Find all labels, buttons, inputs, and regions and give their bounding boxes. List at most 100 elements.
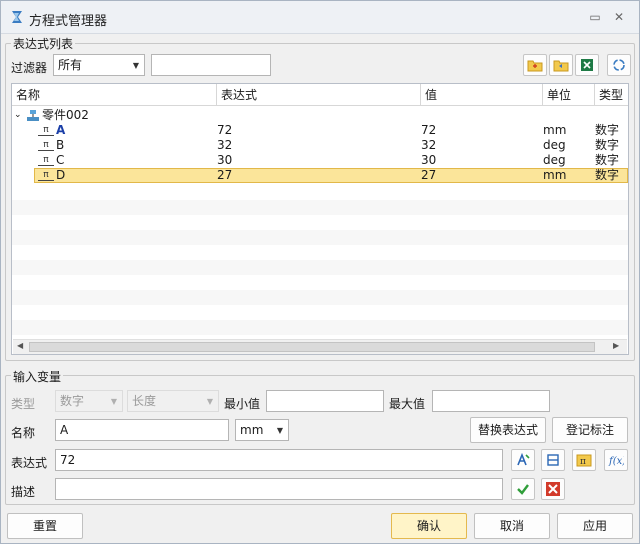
chevron-down-icon: ▼ <box>110 397 117 406</box>
subtype-select-value: 长度 <box>132 394 157 408</box>
replace-expression-button[interactable]: 替换表达式 <box>470 417 546 443</box>
register-annotation-button[interactable]: 登记标注 <box>552 417 628 443</box>
min-label: 最小值 <box>224 397 261 411</box>
scroll-left-icon[interactable]: ◀ <box>17 341 23 350</box>
max-value-input[interactable] <box>432 390 550 412</box>
row-type: 数字 <box>595 153 620 167</box>
close-icon[interactable]: ✕ <box>611 10 627 24</box>
row-expression: 32 <box>217 138 233 152</box>
tree-root-row[interactable]: ⌄ 零件002 <box>12 108 628 123</box>
export-button[interactable] <box>549 54 573 76</box>
row-unit: deg <box>543 138 566 152</box>
apply-button[interactable]: 应用 <box>557 513 633 539</box>
filter-select-value: 所有 <box>58 58 83 72</box>
parameter-folder-icon: π <box>576 454 592 467</box>
row-expression: 30 <box>217 153 233 167</box>
filter-label: 过滤器 <box>11 61 48 75</box>
title-bar: 方程式管理器 ▭ ✕ <box>1 1 639 34</box>
refresh-button[interactable] <box>607 54 631 76</box>
expression-label: 表达式 <box>11 456 48 470</box>
column-header-expression[interactable]: 表达式 <box>217 84 421 106</box>
function-icon: f(x) <box>608 456 624 467</box>
row-type: 数字 <box>595 138 620 152</box>
unit-select[interactable]: mm ▼ <box>235 419 289 441</box>
folder-export-icon <box>553 60 569 72</box>
name-input[interactable]: A <box>55 419 229 441</box>
function-button[interactable]: f(x) <box>604 449 628 471</box>
row-type: 数字 <box>595 168 620 182</box>
part-name: 零件002 <box>42 108 89 122</box>
excel-icon <box>581 59 593 71</box>
table-row-selected[interactable]: π D 27 27 mm 数字 <box>34 168 628 183</box>
check-icon <box>517 484 529 495</box>
row-unit: deg <box>543 153 566 167</box>
scrollbar-thumb[interactable] <box>29 342 595 352</box>
refresh-icon <box>613 59 625 71</box>
window-title: 方程式管理器 <box>29 14 108 29</box>
measure-icon <box>547 454 559 466</box>
table-row[interactable]: π C 30 30 deg 数字 <box>12 153 628 168</box>
column-header-value[interactable]: 值 <box>421 84 543 106</box>
folder-import-icon <box>527 60 543 72</box>
insert-function-button[interactable] <box>511 449 535 471</box>
chevron-down-icon: ▼ <box>132 61 139 70</box>
row-expression: 72 <box>217 123 233 137</box>
name-label: 名称 <box>11 426 36 440</box>
svg-text:π: π <box>580 457 586 467</box>
parameter-icon: π <box>38 155 54 166</box>
filter-select[interactable]: 所有 ▼ <box>53 54 145 76</box>
table-row[interactable]: π B 32 32 deg 数字 <box>12 138 628 153</box>
empty-row <box>12 260 628 275</box>
close-icon <box>546 482 560 496</box>
insert-parameter-button[interactable]: π <box>572 449 596 471</box>
subtype-select[interactable]: 长度 ▼ <box>127 390 219 412</box>
chevron-down-icon[interactable]: ⌄ <box>14 108 22 123</box>
input-variable-title: 输入变量 <box>11 368 64 385</box>
row-type: 数字 <box>595 123 620 137</box>
empty-row <box>12 230 628 245</box>
row-name: A <box>56 123 66 137</box>
horizontal-scrollbar[interactable]: ◀ ▶ <box>13 339 627 354</box>
empty-row <box>12 200 628 215</box>
type-label: 类型 <box>11 397 36 411</box>
equation-manager-window: 方程式管理器 ▭ ✕ 表达式列表 过滤器 所有 ▼ 名称 表达式 值 单位 类型… <box>0 0 640 544</box>
table-row[interactable]: π A 72 72 mm 数字 <box>12 123 628 138</box>
filter-text-input[interactable] <box>151 54 271 76</box>
text-style-icon <box>517 452 530 466</box>
reset-button[interactable]: 重置 <box>7 513 83 539</box>
parameter-icon: π <box>38 170 54 181</box>
accept-button[interactable] <box>511 478 535 500</box>
app-icon <box>12 11 22 23</box>
row-name: C <box>56 153 65 167</box>
scroll-right-icon[interactable]: ▶ <box>613 341 619 350</box>
max-label: 最大值 <box>389 397 426 411</box>
part-icon <box>27 110 39 121</box>
row-expression: 27 <box>217 168 233 182</box>
expression-input[interactable]: 72 <box>55 449 503 471</box>
description-input[interactable] <box>55 478 503 500</box>
empty-row <box>12 320 628 335</box>
cancel-button[interactable]: 取消 <box>474 513 550 539</box>
parameter-icon: π <box>38 140 54 151</box>
column-header-name[interactable]: 名称 <box>12 84 217 106</box>
reject-button[interactable] <box>541 478 565 500</box>
description-label: 描述 <box>11 485 36 499</box>
column-header-unit[interactable]: 单位 <box>543 84 595 106</box>
expression-table: 名称 表达式 值 单位 类型 ⌄ 零件002 π A 72 72 mm 数字 π… <box>11 83 629 355</box>
ok-button[interactable]: 确认 <box>391 513 467 539</box>
restore-icon[interactable]: ▭ <box>587 10 603 24</box>
table-header: 名称 表达式 值 单位 类型 <box>12 84 628 106</box>
chevron-down-icon: ▼ <box>276 426 283 435</box>
parameter-icon: π <box>38 125 54 136</box>
empty-row <box>12 290 628 305</box>
import-button[interactable] <box>523 54 547 76</box>
type-select[interactable]: 数字 ▼ <box>55 390 123 412</box>
row-name: D <box>56 168 66 182</box>
row-name: B <box>56 138 65 152</box>
column-header-type[interactable]: 类型 <box>595 84 628 106</box>
type-select-value: 数字 <box>60 394 85 408</box>
min-value-input[interactable] <box>266 390 384 412</box>
excel-button[interactable] <box>575 54 599 76</box>
measure-button[interactable] <box>541 449 565 471</box>
row-value: 32 <box>421 138 437 152</box>
